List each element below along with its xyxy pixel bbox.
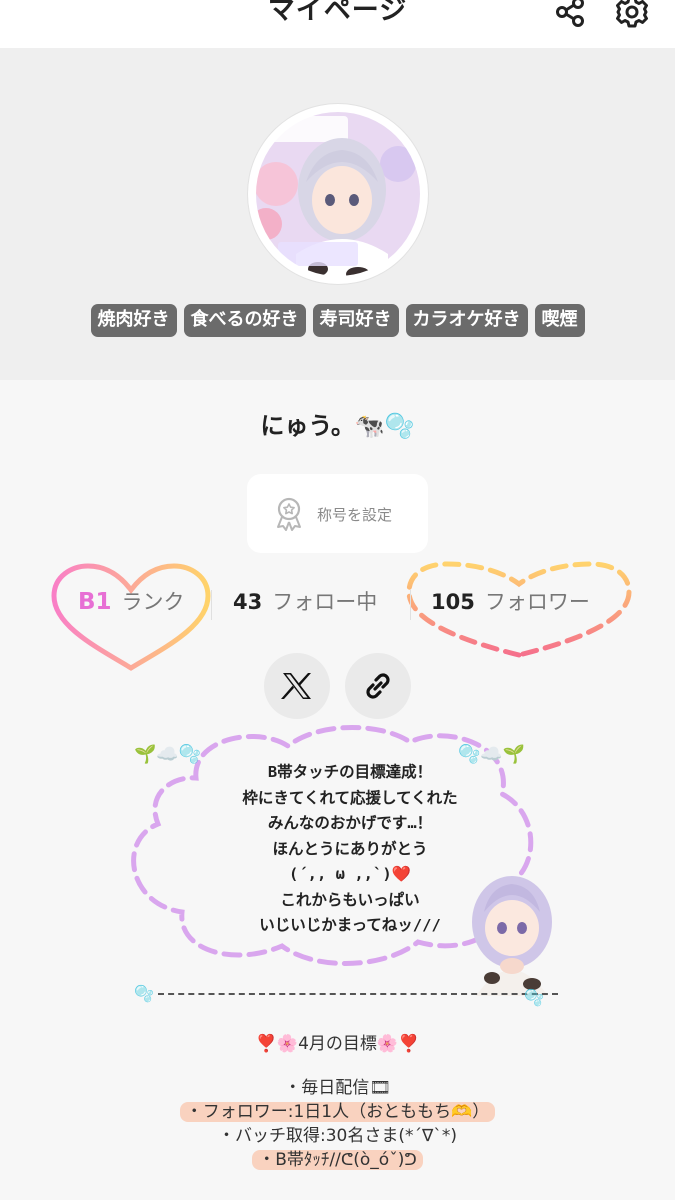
following-stat[interactable]: 43 フォロー中	[233, 586, 377, 616]
gear-icon[interactable]	[614, 0, 650, 30]
set-title-label: 称号を設定	[317, 506, 393, 524]
x-link-button[interactable]	[264, 653, 330, 719]
stat-divider	[211, 590, 212, 620]
following-count: 43	[233, 590, 263, 614]
tag-chip[interactable]: カラオケ好き	[405, 304, 528, 337]
followers-count: 105	[431, 590, 475, 614]
rank-label: ランク	[121, 590, 185, 614]
following-label: フォロー中	[272, 590, 378, 614]
link-icon	[366, 673, 390, 699]
bubble-deco: 🫧	[134, 984, 154, 1003]
goals-title: ❣️🌸4月の目標🌸❣️	[255, 1034, 420, 1054]
chibi-girl-sticker	[472, 876, 552, 996]
profile-cover: 焼肉好き 食べるの好き 寿司好き カラオケ好き 喫煙	[0, 48, 675, 380]
username: にゅう。🐄🫧	[260, 412, 415, 440]
dashed-divider	[158, 993, 558, 995]
tag-chip[interactable]: 喫煙	[534, 304, 585, 337]
bio-line: いじいじかまってねッ///	[259, 916, 441, 934]
set-title-button[interactable]: 称号を設定	[247, 474, 428, 553]
bubble-deco: 🫧	[524, 988, 544, 1007]
avatar-illustration	[252, 108, 424, 280]
bio-line: (´,, ω ,,`)❤️	[289, 865, 411, 883]
bio-line: ほんとうにありがとう	[272, 839, 428, 858]
rank-value: B1	[78, 589, 112, 615]
avatar[interactable]	[248, 104, 428, 284]
followers-stat[interactable]: 105 フォロワー	[431, 586, 590, 616]
bio-line: これからもいっぱい	[280, 890, 420, 909]
rank-stat[interactable]: B1 ランク	[78, 586, 185, 616]
bio-line: B帯タッチの目標達成！	[267, 763, 433, 781]
stat-divider	[410, 590, 411, 620]
followers-label: フォロワー	[484, 590, 590, 614]
tag-chip[interactable]: 食べるの好き	[183, 304, 306, 337]
goal-item-highlighted: ・フォロワー:1日1人（おとももち🫶）	[179, 1102, 496, 1122]
bio-line: みんなのおかげです…！	[267, 814, 433, 832]
top-bar: マイページ	[0, 0, 675, 48]
medal-icon	[277, 497, 301, 531]
tag-list: 焼肉好き 食べるの好き 寿司好き カラオケ好き 喫煙	[0, 304, 675, 337]
x-logo-icon	[281, 673, 311, 699]
goal-item: ・毎日配信🎞	[284, 1078, 391, 1098]
tag-chip[interactable]: 寿司好き	[312, 304, 399, 337]
bio-text: B帯タッチの目標達成！ 枠にきてくれて応援してくれた みんなのおかげです…！ ほ…	[200, 760, 500, 939]
sprout-cloud-deco: 🌱☁️🫧	[134, 744, 202, 765]
goal-item: ・バッチ取得:30名さま(*´∇`*)	[218, 1126, 457, 1146]
share-icon[interactable]	[552, 0, 588, 30]
rank-heart-frame	[51, 563, 211, 671]
copy-link-button[interactable]	[345, 653, 411, 719]
tag-chip[interactable]: 焼肉好き	[90, 304, 177, 337]
bio-line: 枠にきてくれて応援してくれた	[242, 788, 458, 807]
goal-item-highlighted: ・B帯ﾀｯﾁ//ᕦ(ò_óˇ)ᕤ	[252, 1150, 423, 1170]
goals-section: ❣️🌸4月の目標🌸❣️ ・毎日配信🎞 ・フォロワー:1日1人（おとももち🫶） ・…	[0, 1032, 675, 1172]
